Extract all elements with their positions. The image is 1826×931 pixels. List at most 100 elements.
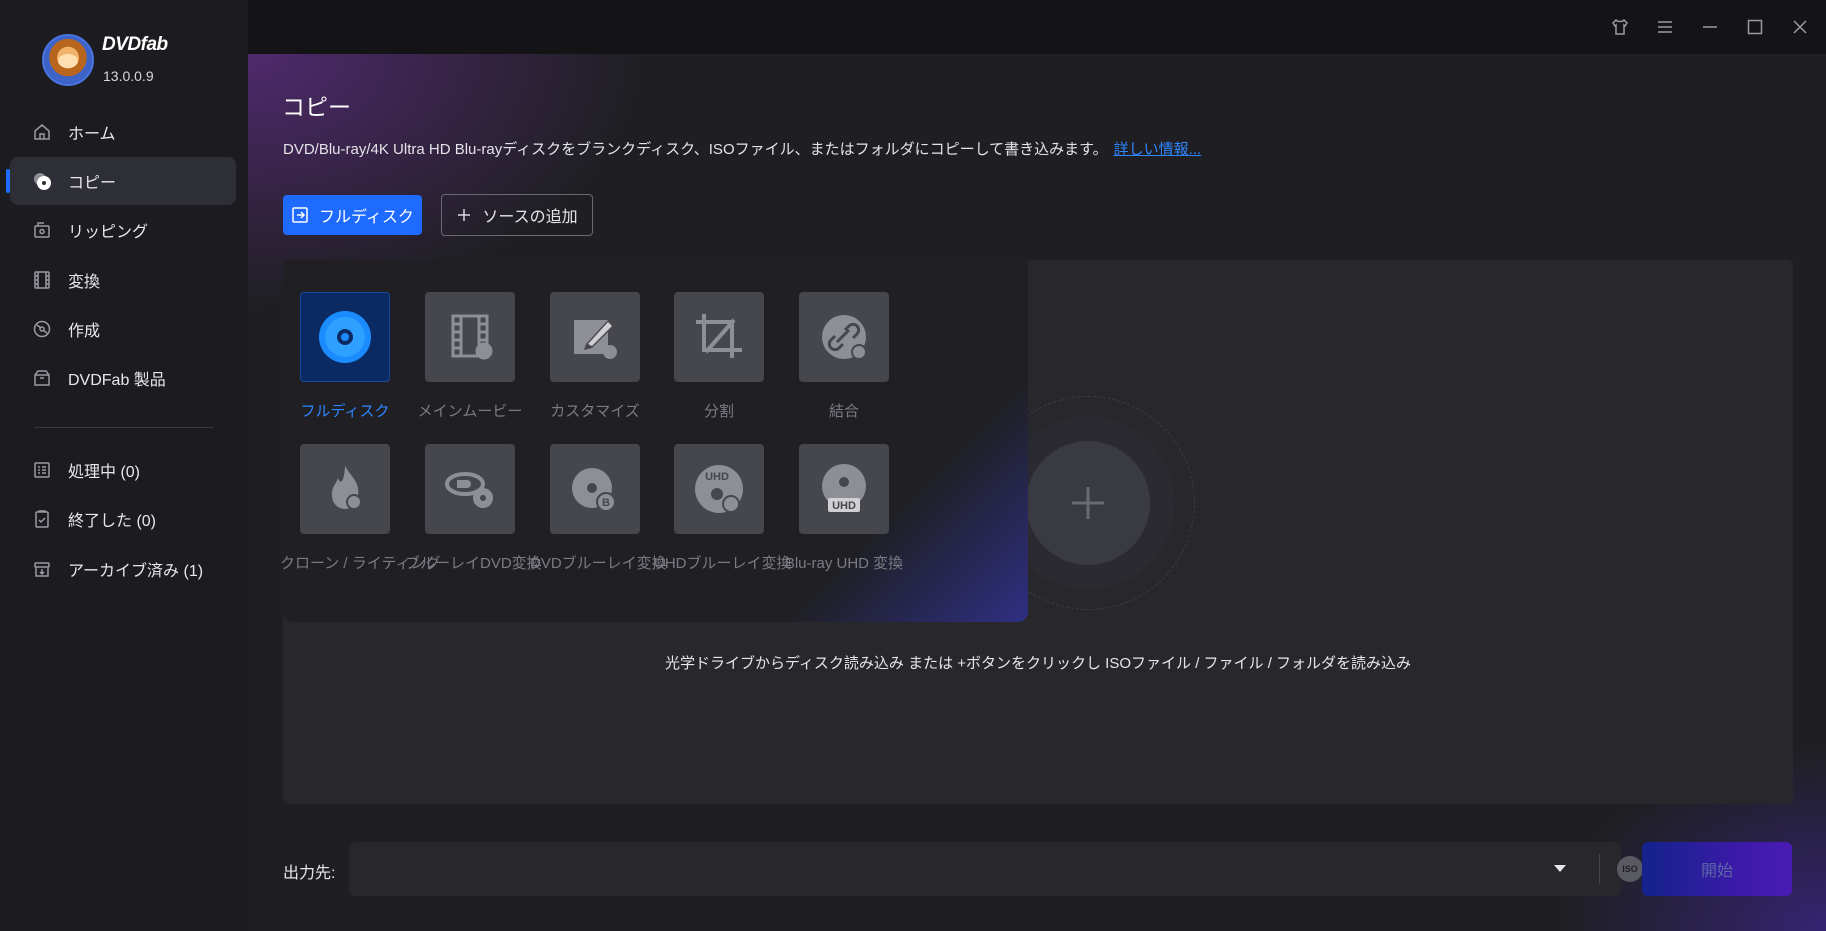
sidebar-item-label: 作成 [68,323,101,340]
customize-icon [550,292,640,382]
film-icon [32,270,52,290]
mode-label: 結合 [828,403,859,420]
iso-icon: ISO [1622,864,1638,874]
app-version: 13.0.0.9 [103,68,154,84]
brand-name: DVDfab [102,34,168,55]
add-source-plus-button[interactable] [1026,441,1150,565]
minimize-button[interactable] [1696,13,1724,41]
merge-icon [799,292,889,382]
mode-label: ブルーレイDVD変換 [405,555,542,572]
mode-dvd-to-bluray[interactable]: B DVDブルーレイ変換 [530,444,667,573]
more-info-link[interactable]: 詳しい情報... [1114,141,1202,158]
sidebar-item-home[interactable]: ホーム [10,108,236,156]
mode-label: フルディスク [300,403,390,420]
disc-copy-icon [32,171,52,191]
sidebar-item-label: アーカイブ済み (1) [68,563,204,580]
finished-icon [32,509,52,529]
sidebar-item-label: リッピング [68,224,149,241]
split-icon [674,292,764,382]
mode-full-disc[interactable]: フルディスク [280,292,410,421]
close-button[interactable] [1786,13,1814,41]
mode-bluray-to-dvd[interactable]: ブルーレイDVD変換 [405,444,542,573]
app-window: DVDfab 13.0.0.9 ホーム コピー リッピング 変換 作成 DVDF… [0,0,1826,931]
sidebar-item-label: DVDFab 製品 [68,372,166,389]
mode-label: Blu-ray UHD 変換 [784,555,904,572]
plus-icon [1072,487,1104,519]
mode-clone-burn[interactable]: クローン / ライティング [280,444,441,573]
mode-label: カスタマイズ [550,403,640,420]
sidebar-item-creator[interactable]: 作成 [10,305,236,353]
archive-icon [32,559,52,579]
sidebar-item-finished[interactable]: 終了した (0) [10,495,236,543]
sidebar-item-label: ホーム [68,126,116,143]
drop-hint: 光学ドライブからディスク読み込み または +ボタンをクリックし ISOファイル … [664,655,1412,672]
mode-bluray-to-uhd[interactable]: UHD Blu-ray UHD 変換 [779,444,909,573]
close-icon [1793,20,1807,34]
add-source-button[interactable]: ソースの追加 [441,194,593,236]
mode-label: クローン / ライティング [280,555,441,572]
uhd-to-bluray-icon: UHD [674,444,764,534]
sidebar-item-archived[interactable]: アーカイブ済み (1) [10,545,236,593]
iso-output-button[interactable]: ISO [1617,856,1643,882]
maximize-button[interactable] [1741,13,1769,41]
sidebar-item-label: 終了した (0) [68,513,157,530]
shirt-icon [1612,18,1628,35]
plus-icon [458,209,471,221]
maximize-icon [1747,19,1763,35]
add-source-label: ソースの追加 [482,209,578,226]
sidebar-item-label: 処理中 (0) [68,464,141,481]
mode-label: UHDブルーレイ変換 [654,555,792,572]
menu-button[interactable] [1651,13,1679,41]
sidebar-item-label: コピー [68,175,117,192]
mode-uhd-to-bluray[interactable]: UHD UHDブルーレイ変換 [654,444,792,573]
full-disc-icon [300,292,390,382]
main-content: コピー DVD/Blu-ray/4K Ultra HD Blu-rayディスクを… [248,54,1826,931]
dvd-to-bluray-icon: B [550,444,640,534]
dvdfab-logo [42,34,94,86]
copy-mode-panel: フルディスク メインムービー カスタマイズ 分割 結合 クローン / ライティン… [280,260,1028,622]
sidebar-item-converter[interactable]: 変換 [10,256,236,304]
svg-text:UHD: UHD [705,471,729,483]
menu-icon [1658,21,1672,33]
mode-split[interactable]: 分割 [654,292,784,421]
sidebar-item-label: 変換 [68,274,101,291]
ripper-icon [32,220,52,240]
sidebar-item-products[interactable]: DVDFab 製品 [10,354,236,402]
mode-customize[interactable]: カスタマイズ [530,292,660,421]
output-label: 出力先: [283,865,336,882]
sidebar-item-ripper[interactable]: リッピング [10,206,236,254]
main-movie-icon [425,292,515,382]
mode-main-movie[interactable]: メインムービー [405,292,535,421]
processing-icon [32,460,52,480]
mode-label: DVDブルーレイ変換 [530,555,667,572]
output-path-field[interactable]: ISO [349,842,1683,896]
caret-down-icon [1554,865,1566,872]
home-icon [32,122,52,142]
svg-text:B: B [602,497,610,509]
mode-label: メインムービー [417,403,523,420]
sidebar-divider [34,427,214,428]
minimize-icon [1703,26,1717,28]
creator-icon [32,319,52,339]
sidebar-item-copy[interactable]: コピー [6,157,236,205]
mode-merge[interactable]: 結合 [779,292,909,421]
bluray-to-uhd-icon: UHD [799,444,889,534]
sidebar-item-processing[interactable]: 処理中 (0) [10,446,236,494]
page-title: コピー [282,94,351,120]
clone-burn-icon [300,444,390,534]
skin-button[interactable] [1606,13,1634,41]
start-button[interactable]: 開始 [1642,842,1792,896]
mode-label: 分割 [703,403,734,420]
switch-mode-icon [292,207,308,223]
page-description: DVD/Blu-ray/4K Ultra HD Blu-rayディスクをブランク… [283,138,1201,159]
output-dropdown-button[interactable] [1549,858,1571,880]
copy-mode-button[interactable]: フルディスク [283,195,422,235]
output-separator [1599,854,1600,884]
description-text: DVD/Blu-ray/4K Ultra HD Blu-rayディスクをブランク… [283,141,1108,158]
sidebar: DVDfab 13.0.0.9 ホーム コピー リッピング 変換 作成 DVDF… [0,0,248,931]
bluray-to-dvd-icon [425,444,515,534]
title-bar [248,0,1826,54]
box-icon [32,368,52,388]
copy-mode-label: フルディスク [319,209,414,226]
svg-text:UHD: UHD [832,500,856,512]
